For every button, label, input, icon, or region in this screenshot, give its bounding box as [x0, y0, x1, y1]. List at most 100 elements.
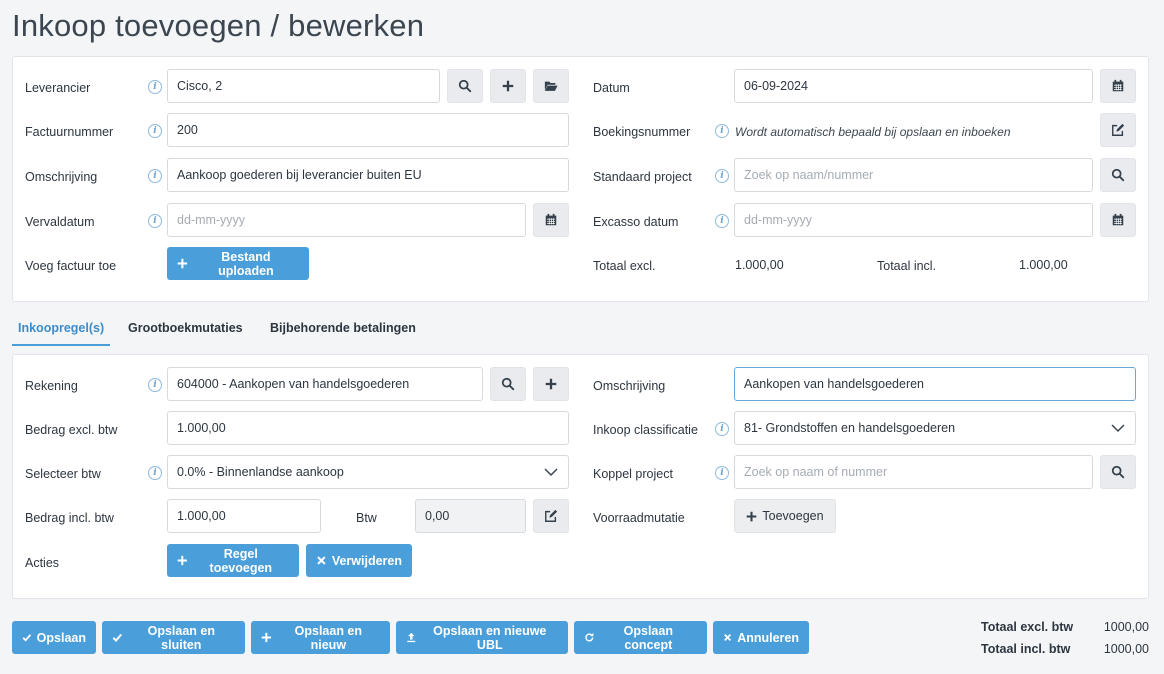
purchase-line-panel: Rekening i Bedrag excl. btw Selecteer bt…	[12, 354, 1149, 599]
search-icon	[458, 79, 472, 93]
save-concept-button-label: Opslaan concept	[623, 623, 673, 652]
supplier-open-button[interactable]	[533, 69, 569, 103]
chevron-down-icon	[1111, 424, 1125, 433]
plus-icon	[177, 555, 187, 566]
save-new-button-label: Opslaan en nieuw	[294, 623, 363, 652]
booking-number-label: Boekingsnummer	[593, 125, 691, 139]
stock-mutation-add-button[interactable]: Toevoegen	[734, 499, 836, 533]
default-project-label: Standaard project	[593, 170, 692, 184]
close-icon	[724, 634, 732, 641]
footer-total-excl-label: Totaal excl. btw	[981, 620, 1074, 634]
save-concept-button[interactable]: Opslaan concept	[574, 621, 707, 654]
link-project-search-button[interactable]	[1100, 455, 1136, 489]
plus-icon	[261, 632, 272, 643]
total-incl-label: Totaal incl.	[877, 259, 937, 273]
delete-line-button[interactable]: Verwijderen	[306, 544, 412, 577]
default-project-search-button[interactable]	[1100, 158, 1136, 192]
purchase-header-panel: Leverancier i Factuurnummer i Omschrijvi…	[12, 56, 1149, 302]
supplier-input[interactable]	[167, 69, 440, 103]
vat-edit-button[interactable]	[533, 499, 569, 533]
excasso-date-input[interactable]	[734, 203, 1093, 237]
upload-file-button-label: Bestand uploaden	[218, 249, 274, 278]
edit-icon	[1112, 123, 1125, 136]
amount-excl-input[interactable]	[167, 411, 569, 445]
add-line-button-label: Regel toevoegen	[209, 546, 273, 575]
vat-label: Btw	[356, 511, 377, 525]
cancel-button-label: Annuleren	[737, 630, 799, 645]
account-input[interactable]	[167, 367, 483, 401]
link-project-input[interactable]	[734, 455, 1093, 489]
account-add-button[interactable]	[533, 367, 569, 401]
vat-amount-input[interactable]	[415, 499, 526, 533]
invoice-number-input[interactable]	[167, 113, 569, 147]
add-line-button[interactable]: Regel toevoegen	[167, 544, 299, 577]
booking-number-edit-button[interactable]	[1100, 113, 1136, 147]
folder-open-icon	[544, 81, 558, 91]
due-date-label: Vervaldatum	[25, 215, 95, 229]
amount-excl-label: Bedrag excl. btw	[25, 423, 118, 437]
description-input[interactable]	[167, 158, 569, 192]
line-description-label: Omschrijving	[593, 379, 666, 393]
vat-select-value: 0.0% - Binnenlandse aankoop	[177, 465, 344, 479]
booking-number-hint: Wordt automatisch bepaald bij opslaan en…	[735, 125, 1011, 139]
date-input[interactable]	[734, 69, 1093, 103]
default-project-input[interactable]	[734, 158, 1093, 192]
vat-select-info-icon[interactable]: i	[148, 466, 162, 480]
due-date-input[interactable]	[167, 203, 526, 237]
cancel-button[interactable]: Annuleren	[713, 621, 809, 654]
booking-number-info-icon[interactable]: i	[715, 124, 729, 138]
account-info-icon[interactable]: i	[148, 378, 162, 392]
save-new-ubl-button-label: Opslaan en nieuwe UBL	[433, 623, 547, 652]
supplier-info-icon[interactable]: i	[148, 80, 162, 94]
refresh-icon	[585, 632, 594, 642]
plus-icon	[747, 511, 757, 521]
calendar-icon	[545, 213, 557, 226]
search-icon	[1111, 465, 1125, 479]
close-icon	[317, 556, 326, 565]
classification-select[interactable]: 81- Grondstoffen en handelsgoederen	[734, 411, 1136, 445]
total-excl-value: 1.000,00	[735, 258, 784, 272]
chevron-down-icon	[544, 468, 558, 477]
vat-select[interactable]: 0.0% - Binnenlandse aankoop	[167, 455, 569, 489]
account-label: Rekening	[25, 379, 78, 393]
description-info-icon[interactable]: i	[148, 169, 162, 183]
edit-icon	[545, 509, 558, 522]
date-label: Datum	[593, 81, 630, 95]
save-new-ubl-button[interactable]: Opslaan en nieuwe UBL	[396, 621, 568, 654]
plus-icon	[545, 378, 557, 390]
classification-info-icon[interactable]: i	[715, 422, 729, 436]
tab-ledger-mutations[interactable]: Grootboekmutaties	[122, 318, 249, 344]
link-project-label: Koppel project	[593, 467, 673, 481]
save-close-button-label: Opslaan en sluiten	[147, 623, 215, 652]
upload-icon	[407, 632, 416, 643]
tab-related-payments[interactable]: Bijbehorende betalingen	[264, 318, 422, 344]
save-button-label: Opslaan	[36, 630, 86, 645]
supplier-add-button[interactable]	[490, 69, 526, 103]
stock-mutation-label: Voorraadmutatie	[593, 511, 685, 525]
save-button[interactable]: Opslaan	[12, 621, 96, 654]
account-search-button[interactable]	[490, 367, 526, 401]
line-description-input[interactable]	[734, 367, 1136, 401]
total-excl-label: Totaal excl.	[593, 259, 656, 273]
footer-total-excl-value: 1000,00	[1103, 620, 1149, 634]
due-date-info-icon[interactable]: i	[148, 214, 162, 228]
due-date-calendar-button[interactable]	[533, 203, 569, 237]
excasso-date-info-icon[interactable]: i	[715, 214, 729, 228]
upload-file-button[interactable]: Bestand uploaden	[167, 247, 309, 280]
link-project-info-icon[interactable]: i	[715, 466, 729, 480]
description-label: Omschrijving	[25, 170, 98, 184]
default-project-info-icon[interactable]: i	[715, 169, 729, 183]
save-close-button[interactable]: Opslaan en sluiten	[102, 621, 245, 654]
save-new-button[interactable]: Opslaan en nieuw	[251, 621, 390, 654]
plus-icon	[502, 80, 514, 92]
classification-select-value: 81- Grondstoffen en handelsgoederen	[744, 421, 956, 435]
amount-incl-label: Bedrag incl. btw	[25, 511, 114, 525]
date-calendar-button[interactable]	[1100, 69, 1136, 103]
invoice-number-info-icon[interactable]: i	[148, 124, 162, 138]
excasso-date-label: Excasso datum	[593, 215, 679, 229]
excasso-date-calendar-button[interactable]	[1100, 203, 1136, 237]
supplier-search-button[interactable]	[447, 69, 483, 103]
check-icon	[112, 633, 123, 642]
tab-purchase-lines[interactable]: Inkoopregel(s)	[12, 318, 111, 346]
amount-incl-input[interactable]	[167, 499, 321, 533]
